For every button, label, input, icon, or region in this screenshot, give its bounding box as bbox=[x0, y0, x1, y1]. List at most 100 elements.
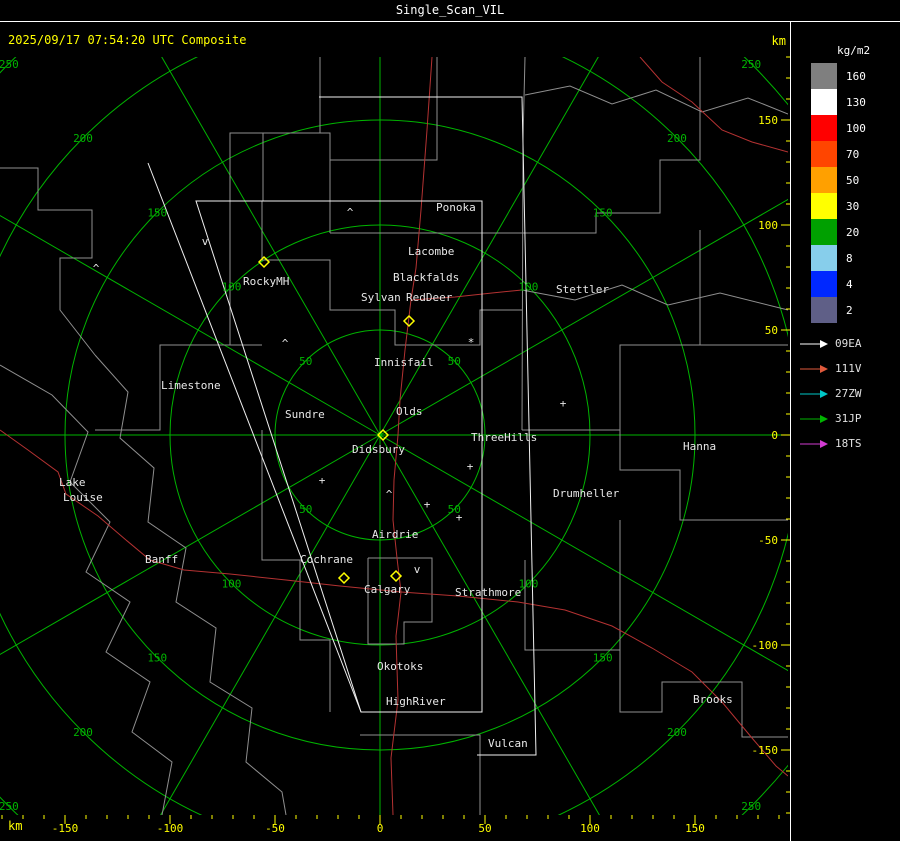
legend-item: 160 bbox=[811, 63, 900, 89]
boundary-line bbox=[262, 57, 321, 201]
axis-unit-top: km bbox=[771, 34, 786, 48]
ring-range-label: 200 bbox=[73, 132, 93, 145]
town-label: Lacombe bbox=[408, 245, 454, 258]
legend-swatch bbox=[811, 271, 837, 297]
map-symbol: + bbox=[560, 397, 567, 410]
axis-label-right: -100 bbox=[752, 639, 779, 652]
legend-swatch bbox=[811, 63, 837, 89]
radar-item: 111V bbox=[799, 356, 900, 381]
legend-value: 130 bbox=[846, 95, 866, 109]
window-titlebar: Single_Scan_VIL bbox=[0, 0, 900, 22]
town-label: Sylvan bbox=[361, 291, 401, 304]
legend-item: 70 bbox=[811, 141, 900, 167]
town-label: Airdrie bbox=[372, 528, 418, 541]
legend-item: 4 bbox=[811, 271, 900, 297]
town-label: Banff bbox=[145, 553, 178, 566]
axis-unit-bottom: km bbox=[8, 819, 23, 833]
coverage-outline bbox=[319, 96, 537, 756]
town-label: RedDeer bbox=[406, 291, 453, 304]
azimuth-spoke bbox=[379, 57, 599, 436]
ring-range-label: 50 bbox=[448, 355, 461, 368]
town-label: Calgary bbox=[364, 583, 411, 596]
azimuth-spoke bbox=[160, 434, 381, 815]
legend-value: 30 bbox=[846, 199, 860, 213]
radar-arrow-icon bbox=[800, 439, 828, 448]
town-label: Lake bbox=[59, 476, 86, 489]
legend-value: 4 bbox=[846, 277, 853, 291]
town-label: Drumheller bbox=[553, 487, 620, 500]
ring-range-label: 100 bbox=[222, 577, 242, 590]
town-label: Brooks bbox=[693, 693, 733, 706]
town-label: Innisfail bbox=[374, 356, 434, 369]
map-symbol: + bbox=[319, 474, 326, 487]
boundary-line bbox=[524, 85, 788, 115]
map-symbol: v bbox=[202, 235, 209, 248]
radar-arrow-icon bbox=[800, 339, 828, 348]
legend-item: 50 bbox=[811, 167, 900, 193]
boundary-line bbox=[0, 167, 96, 356]
legend-item: 100 bbox=[811, 115, 900, 141]
map-symbol: ^ bbox=[93, 262, 100, 275]
town-label: Strathmore bbox=[455, 586, 521, 599]
ring-range-label: 100 bbox=[222, 281, 242, 294]
town-label: Didsbury bbox=[352, 443, 405, 456]
legend-color-scale: 160 130 100 70 50 30 20 8 4 2 bbox=[811, 63, 900, 323]
legend-item: 2 bbox=[811, 297, 900, 323]
ring-range-label: 100 bbox=[519, 577, 539, 590]
town-label: Blackfalds bbox=[393, 271, 459, 284]
radar-map-canvas[interactable]: 50 50 50 50 100 100 100 100 150 150 150 150 200 200 20… bbox=[0, 0, 790, 841]
radar-item: 31JP bbox=[799, 406, 900, 431]
town-label: RockyMH bbox=[243, 275, 289, 288]
radar-id: 111V bbox=[835, 362, 862, 375]
town-label: Limestone bbox=[161, 379, 221, 392]
radar-app-window: 50 50 50 50 100 100 100 100 150 150 150 150 200 200 20… bbox=[0, 0, 900, 841]
ring-range-label: 150 bbox=[147, 206, 167, 219]
legend-swatch bbox=[811, 219, 837, 245]
legend-swatch bbox=[811, 193, 837, 219]
axis-label-right: 0 bbox=[771, 429, 778, 442]
town-label: Sundre bbox=[285, 408, 325, 421]
radar-item: 09EA bbox=[799, 331, 900, 356]
radar-item: 27ZW bbox=[799, 381, 900, 406]
timestamp: 2025/09/17 07:54:20 UTC Composite bbox=[8, 33, 247, 47]
town-label: Louise bbox=[63, 491, 103, 504]
map-symbol: ^ bbox=[282, 337, 289, 350]
legend-item: 30 bbox=[811, 193, 900, 219]
legend-swatch bbox=[811, 297, 837, 323]
town-label: Cochrane bbox=[300, 553, 353, 566]
legend-swatch bbox=[811, 167, 837, 193]
window-title: Single_Scan_VIL bbox=[395, 3, 505, 17]
boundary-line bbox=[229, 132, 263, 201]
radar-site-list: 09EA 111V 27ZW 31JP 18TS bbox=[799, 331, 900, 456]
map-symbol: * bbox=[468, 336, 475, 349]
ring-range-label: 200 bbox=[667, 726, 687, 739]
town-label: Vulcan bbox=[488, 737, 528, 750]
ring-range-label: 50 bbox=[299, 355, 312, 368]
radar-arrow-icon bbox=[800, 414, 828, 423]
boundary-line bbox=[522, 230, 701, 431]
ring-range-label: 250 bbox=[0, 800, 19, 813]
boundary-line bbox=[0, 364, 173, 815]
town-label: Okotoks bbox=[377, 660, 423, 673]
ring-range-label: 250 bbox=[741, 58, 761, 71]
azimuth-spoke bbox=[0, 215, 381, 436]
radar-arrow-icon bbox=[800, 364, 828, 373]
legend-value: 70 bbox=[846, 147, 860, 161]
legend-value: 8 bbox=[846, 251, 853, 265]
azimuth-spoke bbox=[161, 57, 381, 436]
map-symbol: ^ bbox=[386, 488, 393, 501]
legend-swatch bbox=[811, 245, 837, 271]
legend-value: 100 bbox=[846, 121, 866, 135]
boundary-line bbox=[94, 354, 287, 815]
radar-id: 09EA bbox=[835, 337, 862, 350]
ring-range-label: 100 bbox=[519, 281, 539, 294]
axis-label-right: -50 bbox=[758, 534, 778, 547]
ring-range-label: 150 bbox=[147, 652, 167, 665]
radar-item: 18TS bbox=[799, 431, 900, 456]
legend-item: 20 bbox=[811, 219, 900, 245]
boundary-line bbox=[524, 520, 621, 651]
axis-label-right: -150 bbox=[752, 744, 779, 757]
axis-label-right: 150 bbox=[758, 114, 778, 127]
legend-swatch bbox=[811, 141, 837, 167]
legend-swatch bbox=[811, 115, 837, 141]
